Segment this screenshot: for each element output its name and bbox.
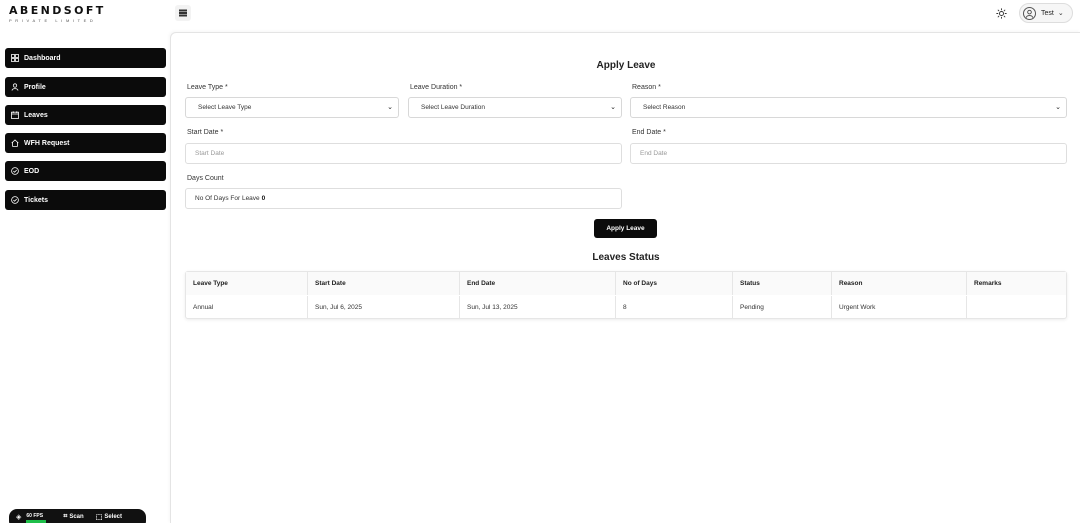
column-header: Remarks bbox=[974, 280, 1002, 287]
table-cell: 8 bbox=[616, 296, 733, 319]
sidebar-item-eod[interactable]: EOD bbox=[5, 161, 166, 181]
sidebar-item-tickets[interactable]: Tickets bbox=[5, 190, 166, 210]
sidebar: Dashboard Profile Leaves WFH Request EOD… bbox=[0, 29, 170, 523]
sidebar-item-label: Profile bbox=[24, 83, 46, 91]
sidebar-item-wfh-request[interactable]: WFH Request bbox=[5, 133, 166, 153]
sidebar-item-label: Tickets bbox=[24, 196, 48, 204]
main-panel: Apply Leave Leave Type * Select Leave Ty… bbox=[170, 32, 1080, 523]
apply-leave-button[interactable]: Apply Leave bbox=[594, 219, 657, 238]
select-icon: ⬚ bbox=[95, 514, 103, 521]
dashboard-icon bbox=[10, 54, 19, 63]
brand-tagline: PRIVATE LIMITED bbox=[9, 18, 97, 23]
user-icon bbox=[10, 83, 19, 92]
end-date-label: End Date * bbox=[632, 129, 666, 136]
check-circle-icon bbox=[10, 196, 19, 205]
days-count-text: No Of Days For Leave bbox=[195, 195, 260, 202]
table-cell: Pending bbox=[733, 296, 832, 319]
chevron-down-icon: ⌄ bbox=[1057, 10, 1064, 17]
select-label: Select bbox=[104, 514, 122, 520]
leave-type-select[interactable]: Select Leave Type ⌄ bbox=[185, 97, 399, 118]
chevron-down-icon: ⌄ bbox=[1055, 104, 1061, 111]
leave-type-label: Leave Type * bbox=[187, 84, 228, 91]
user-icon bbox=[1023, 6, 1036, 20]
column-header: End Date bbox=[460, 272, 616, 295]
leave-duration-value: Select Leave Duration bbox=[421, 104, 485, 111]
days-count-value: 0 bbox=[261, 195, 266, 202]
reason-label: Reason * bbox=[632, 84, 661, 91]
table-cell: Annual bbox=[186, 296, 308, 319]
start-date-label: Start Date * bbox=[187, 129, 224, 136]
table-cell: Urgent Work bbox=[832, 296, 967, 319]
sidebar-item-dashboard[interactable]: Dashboard bbox=[5, 48, 166, 68]
days-count-label: Days Count bbox=[187, 175, 224, 182]
fps-unit: FPS bbox=[33, 513, 44, 519]
check-circle-icon bbox=[10, 167, 19, 176]
sidebar-item-profile[interactable]: Profile bbox=[5, 77, 166, 97]
leave-duration-label: Leave Duration * bbox=[410, 84, 463, 91]
leave-duration-select[interactable]: Select Leave Duration ⌄ bbox=[408, 97, 622, 118]
top-bar: ABENDSOFT PRIVATE LIMITED Test ⌄ bbox=[0, 0, 1080, 29]
fps-value: 60 bbox=[26, 513, 32, 519]
user-name: Test bbox=[1041, 9, 1054, 17]
sidebar-item-label: EOD bbox=[24, 167, 40, 175]
column-header: Reason bbox=[832, 272, 967, 295]
calendar-icon bbox=[10, 111, 19, 120]
fps-meter: 60 FPS bbox=[26, 513, 47, 523]
brand-name: ABENDSOFT bbox=[9, 4, 106, 17]
table-cell bbox=[967, 296, 1066, 319]
leaves-status-title: Leaves Status bbox=[592, 252, 660, 263]
reason-select[interactable]: Select Reason ⌄ bbox=[630, 97, 1067, 118]
page-title: Apply Leave bbox=[596, 60, 656, 71]
sidebar-item-label: Leaves bbox=[24, 111, 48, 119]
table-header-row: Leave Type Start Date End Date No of Day… bbox=[186, 272, 1066, 295]
sidebar-item-leaves[interactable]: Leaves bbox=[5, 105, 166, 125]
select-button[interactable]: ⬚ Select bbox=[96, 513, 122, 521]
table-row[interactable]: Annual Sun, Jul 6, 2025 Sun, Jul 13, 202… bbox=[186, 296, 1066, 319]
column-header: Start Date bbox=[308, 272, 460, 295]
start-date-input[interactable]: Start Date bbox=[185, 143, 622, 164]
sidebar-item-label: Dashboard bbox=[24, 54, 61, 62]
home-icon bbox=[10, 139, 19, 148]
scan-label: Scan bbox=[69, 514, 84, 520]
end-date-input[interactable]: End Date bbox=[630, 143, 1067, 164]
column-header: Leave Type bbox=[186, 272, 308, 295]
scan-button[interactable]: ⌗ Scan bbox=[63, 513, 83, 521]
chevron-down-icon: ⌄ bbox=[387, 104, 393, 111]
brand-logo[interactable]: ABENDSOFT PRIVATE LIMITED bbox=[9, 4, 106, 25]
chevron-down-icon: ⌄ bbox=[610, 104, 616, 111]
sun-icon[interactable] bbox=[994, 6, 1008, 20]
column-header: Status bbox=[733, 272, 832, 295]
hamburger-icon[interactable] bbox=[175, 5, 191, 21]
eye-icon[interactable]: ◈ bbox=[16, 513, 21, 521]
days-count-field: No Of Days For Leave 0 bbox=[185, 188, 622, 209]
reason-value: Select Reason bbox=[643, 104, 686, 111]
leaves-status-table: Leave Type Start Date End Date No of Day… bbox=[185, 271, 1067, 319]
table-cell: Sun, Jul 13, 2025 bbox=[460, 296, 616, 319]
column-header: No of Days bbox=[616, 272, 733, 295]
scan-icon: ⌗ bbox=[63, 513, 68, 520]
sidebar-item-label: WFH Request bbox=[24, 139, 70, 147]
user-menu[interactable]: Test ⌄ bbox=[1019, 3, 1073, 23]
table-cell: Sun, Jul 6, 2025 bbox=[308, 296, 460, 319]
leave-type-value: Select Leave Type bbox=[198, 104, 252, 111]
debug-toolbar: ◈ 60 FPS ⌗ Scan ⬚ Select bbox=[9, 509, 146, 523]
